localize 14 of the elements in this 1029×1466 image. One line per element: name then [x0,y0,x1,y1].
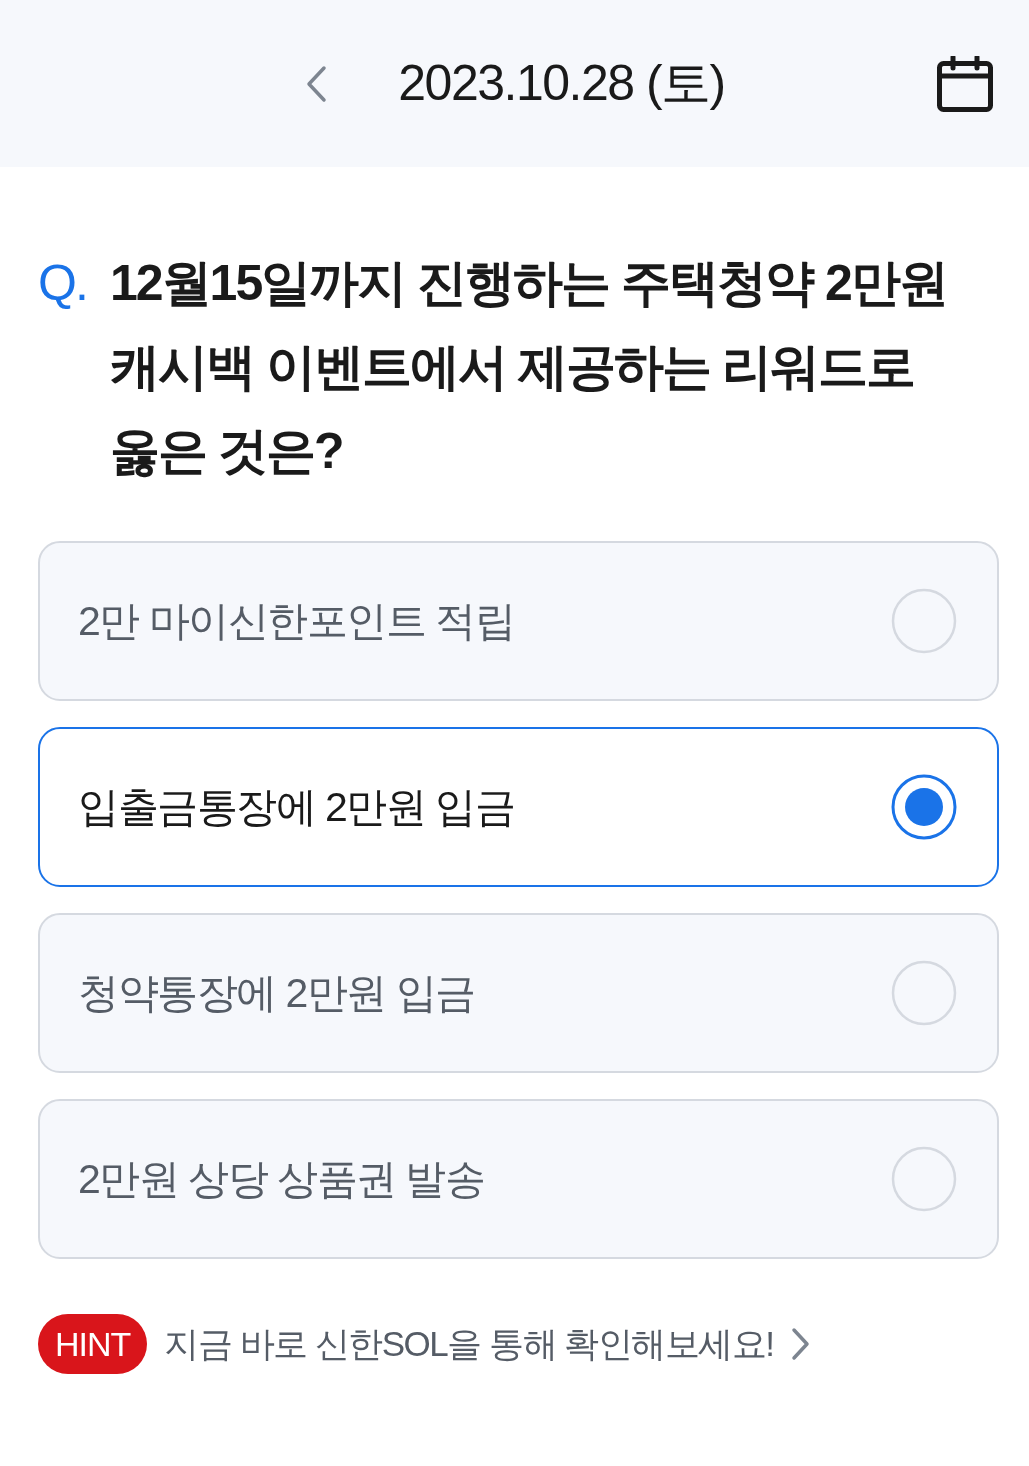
answer-option[interactable]: 2만 마이신한포인트 적립 [38,541,999,701]
calendar-icon [937,55,993,112]
answer-option[interactable]: 입출금통장에 2만원 입금 [38,727,999,887]
calendar-button[interactable] [937,55,993,112]
hint-link[interactable]: 지금 바로 신한SOL을 통해 확인해보세요! [164,1320,812,1368]
answer-option[interactable]: 2만원 상당 상품권 발송 [38,1099,999,1259]
hint-badge: HINT [38,1314,148,1374]
back-button[interactable] [304,64,329,103]
question-marker: Q. [38,254,88,313]
question-text: 12월15일까지 진행하는 주택청약 2만원 캐시백 이벤트에서 제공하는 리워드로 옳은 것은? [110,254,948,481]
date-title: 2023.10.28 (토) [398,54,725,113]
answer-option[interactable]: 청약통장에 2만원 입금 [38,913,999,1073]
chevron-left-icon [304,64,329,103]
chevron-right-icon [791,1327,812,1361]
